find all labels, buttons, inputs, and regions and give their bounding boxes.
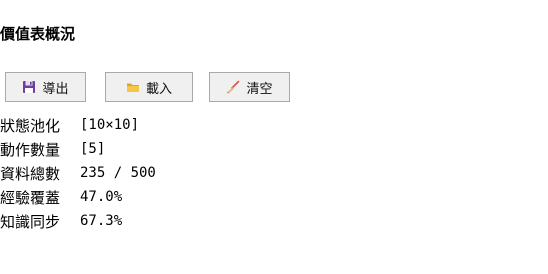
stats-list: 狀態池化 [10×10] 動作數量 [5] 資料總數 235 / 500 經驗覆…: [0, 113, 156, 233]
stat-label: 經驗覆蓋: [0, 188, 61, 207]
folder-icon: [126, 80, 140, 94]
stat-label: 知識同步: [0, 212, 61, 231]
load-button[interactable]: 載入: [105, 72, 193, 102]
stat-row-state-pool: 狀態池化 [10×10]: [0, 113, 156, 137]
clear-button-label: 清空: [246, 81, 273, 97]
stat-row-action-count: 動作數量 [5]: [0, 137, 156, 161]
page-title: 價值表概況: [0, 25, 76, 43]
stat-value: 235 / 500: [80, 165, 156, 181]
floppy-disk-icon: [22, 80, 36, 94]
clear-button[interactable]: 清空: [209, 72, 290, 102]
stat-label: 資料總數: [0, 164, 61, 183]
stat-row-knowledge-sync: 知識同步 67.3%: [0, 209, 156, 233]
stat-value: 67.3%: [80, 213, 123, 229]
export-button[interactable]: 導出: [5, 72, 86, 102]
broom-icon: [226, 80, 240, 94]
stat-label: 動作數量: [0, 140, 61, 159]
stat-value: 47.0%: [80, 189, 123, 205]
stat-label: 狀態池化: [0, 116, 61, 135]
export-button-label: 導出: [42, 81, 69, 97]
stat-row-data-total: 資料總數 235 / 500: [0, 161, 156, 185]
stat-value: [10×10]: [80, 117, 140, 133]
load-button-label: 載入: [145, 81, 172, 97]
value-table-overview-panel: 價值表概況 導出 載入 清空 狀態池化 [10×10] 動作數量 [5] 資料總…: [0, 0, 548, 274]
stat-row-experience-coverage: 經驗覆蓋 47.0%: [0, 185, 156, 209]
stat-value: [5]: [80, 141, 106, 157]
